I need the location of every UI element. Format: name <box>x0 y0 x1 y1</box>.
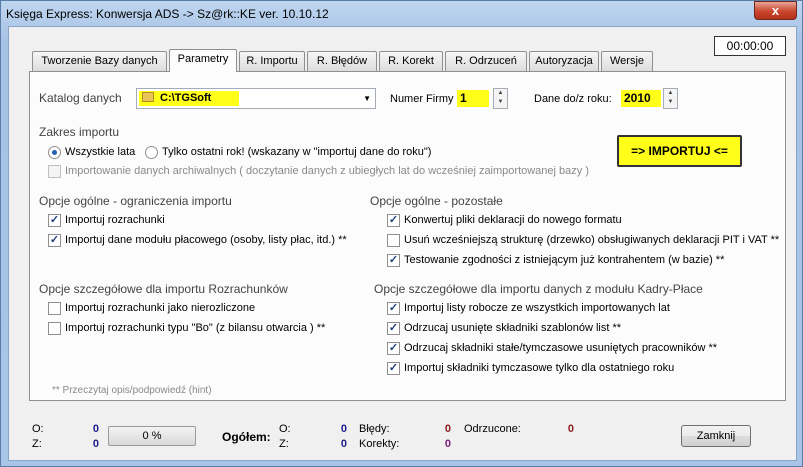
main-window: Księga Express: Konwersja ADS -> Sz@rk::… <box>0 0 803 467</box>
catalog-combo[interactable]: C:\TGSoft ▼ <box>136 88 376 109</box>
company-label: Numer Firmy <box>390 93 454 105</box>
hr-templates-label: Odrzucaj usunięte składniki szablonów li… <box>404 322 622 334</box>
company-field[interactable]: 1 <box>455 88 493 109</box>
tab-r-importu[interactable]: R. Importu <box>239 51 305 71</box>
settlements-unsettled-checkbox[interactable] <box>48 302 61 315</box>
convert-declarations-checkbox[interactable]: ✓ <box>387 214 400 227</box>
window-title: Księga Express: Konwersja ADS -> Sz@rk::… <box>6 7 329 21</box>
tab-parametry[interactable]: Parametry <box>169 49 237 72</box>
remove-structure-checkbox[interactable] <box>387 234 400 247</box>
total-z-label: Z: <box>279 438 289 450</box>
hr-removed-employees-checkbox[interactable]: ✓ <box>387 342 400 355</box>
test-contractor-label: Testowanie zgodności z istniejącym już k… <box>404 254 725 266</box>
catalog-label: Katalog danych <box>39 91 122 105</box>
tab-wersje[interactable]: Wersje <box>601 51 653 71</box>
hr-header: Opcje szczegółowe dla importu danych z m… <box>374 282 703 296</box>
z-value: 0 <box>92 438 99 450</box>
tab-autoryzacja[interactable]: Autoryzacja <box>529 51 599 71</box>
timer-display: 00:00:00 <box>714 36 786 56</box>
rejected-value: 0 <box>567 423 574 435</box>
archive-checkbox[interactable] <box>48 165 61 178</box>
convert-declarations-label: Konwertuj pliki deklaracji do nowego for… <box>404 214 622 226</box>
tab-r-bledow[interactable]: R. Błędów <box>307 51 377 71</box>
errors-label: Błędy: <box>359 423 390 435</box>
catalog-value: C:\TGSoft <box>160 92 212 104</box>
title-bar[interactable]: Księga Express: Konwersja ADS -> Sz@rk::… <box>1 1 802 25</box>
o-label: O: <box>32 423 44 435</box>
hr-removed-employees-label: Odrzucaj składniki stałe/tymczasowe usun… <box>404 342 718 354</box>
import-range-header: Zakres importu <box>39 125 120 139</box>
hr-templates-checkbox[interactable]: ✓ <box>387 322 400 335</box>
import-button[interactable]: => IMPORTUJ <= <box>617 135 742 167</box>
total-label: Ogółem: <box>222 430 271 444</box>
radio-all-years[interactable] <box>48 146 61 159</box>
radio-last-year-label: Tylko ostatni rok! (wskazany w "importuj… <box>162 146 432 158</box>
company-spinner[interactable]: ▲ ▼ <box>493 88 508 109</box>
total-o-label: O: <box>279 423 291 435</box>
tab-r-korekt[interactable]: R. Korekt <box>379 51 443 71</box>
parametry-panel: Katalog danych C:\TGSoft ▼ Numer Firmy 1… <box>29 71 786 401</box>
catalog-value-highlight: C:\TGSoft <box>139 91 239 106</box>
close-button[interactable]: x <box>754 1 797 20</box>
settlements-bo-label: Importuj rozrachunki typu "Bo" (z bilans… <box>65 322 326 334</box>
errors-value: 0 <box>444 423 451 435</box>
corrections-label: Korekty: <box>359 438 400 450</box>
rejected-label: Odrzucone: <box>464 423 521 435</box>
spin-down-icon[interactable]: ▼ <box>494 98 507 107</box>
z-label: Z: <box>32 438 42 450</box>
year-value: 2010 <box>621 90 661 107</box>
year-field[interactable]: 2010 <box>619 88 665 109</box>
progress-bar: 0 % <box>108 426 196 446</box>
year-label: Dane do/z roku: <box>534 93 612 105</box>
settlements-header: Opcje szczegółowe dla importu Rozrachunk… <box>39 282 288 296</box>
chevron-down-icon[interactable]: ▼ <box>363 94 371 103</box>
spin-up-icon[interactable]: ▲ <box>664 89 677 98</box>
client-area: 00:00:00 Tworzenie Bazy danych Parametry… <box>8 26 797 461</box>
tab-r-odrzucen[interactable]: R. Odrzuceń <box>445 51 527 71</box>
hint-note: ** Przeczytaj opis/podpowiedź (hint) <box>52 385 212 396</box>
o-value: 0 <box>92 423 99 435</box>
radio-last-year[interactable] <box>145 146 158 159</box>
spin-down-icon[interactable]: ▼ <box>664 98 677 107</box>
total-o-value: 0 <box>340 423 347 435</box>
corrections-value: 0 <box>444 438 451 450</box>
general-other-header: Opcje ogólne - pozostałe <box>370 194 503 208</box>
company-value: 1 <box>457 90 489 107</box>
spin-up-icon[interactable]: ▲ <box>494 89 507 98</box>
folder-icon <box>142 92 154 102</box>
import-settlements-label: Importuj rozrachunki <box>65 214 165 226</box>
close-window-button[interactable]: Zamknij <box>681 425 751 447</box>
year-spinner[interactable]: ▲ ▼ <box>663 88 678 109</box>
remove-structure-label: Usuń wcześniejszą strukturę (drzewko) ob… <box>404 234 780 246</box>
hr-worklists-label: Importuj listy robocze ze wszystkich imp… <box>404 302 670 314</box>
general-limits-header: Opcje ogólne - ograniczenia importu <box>39 194 232 208</box>
import-settlements-checkbox[interactable]: ✓ <box>48 214 61 227</box>
radio-all-years-label: Wszystkie lata <box>65 146 136 158</box>
settlements-unsettled-label: Importuj rozrachunki jako nierozliczone <box>65 302 256 314</box>
hr-temp-components-label: Importuj składniki tymczasowe tylko dla … <box>404 362 675 374</box>
import-payroll-label: Importuj dane modułu płacowego (osoby, l… <box>65 234 347 246</box>
settlements-bo-checkbox[interactable] <box>48 322 61 335</box>
test-contractor-checkbox[interactable]: ✓ <box>387 254 400 267</box>
archive-label: Importowanie danych archiwalnych ( doczy… <box>65 165 589 177</box>
total-z-value: 0 <box>340 438 347 450</box>
tab-tworzenie-bazy[interactable]: Tworzenie Bazy danych <box>32 51 167 71</box>
hr-worklists-checkbox[interactable]: ✓ <box>387 302 400 315</box>
import-payroll-checkbox[interactable]: ✓ <box>48 234 61 247</box>
hr-temp-components-checkbox[interactable]: ✓ <box>387 362 400 375</box>
